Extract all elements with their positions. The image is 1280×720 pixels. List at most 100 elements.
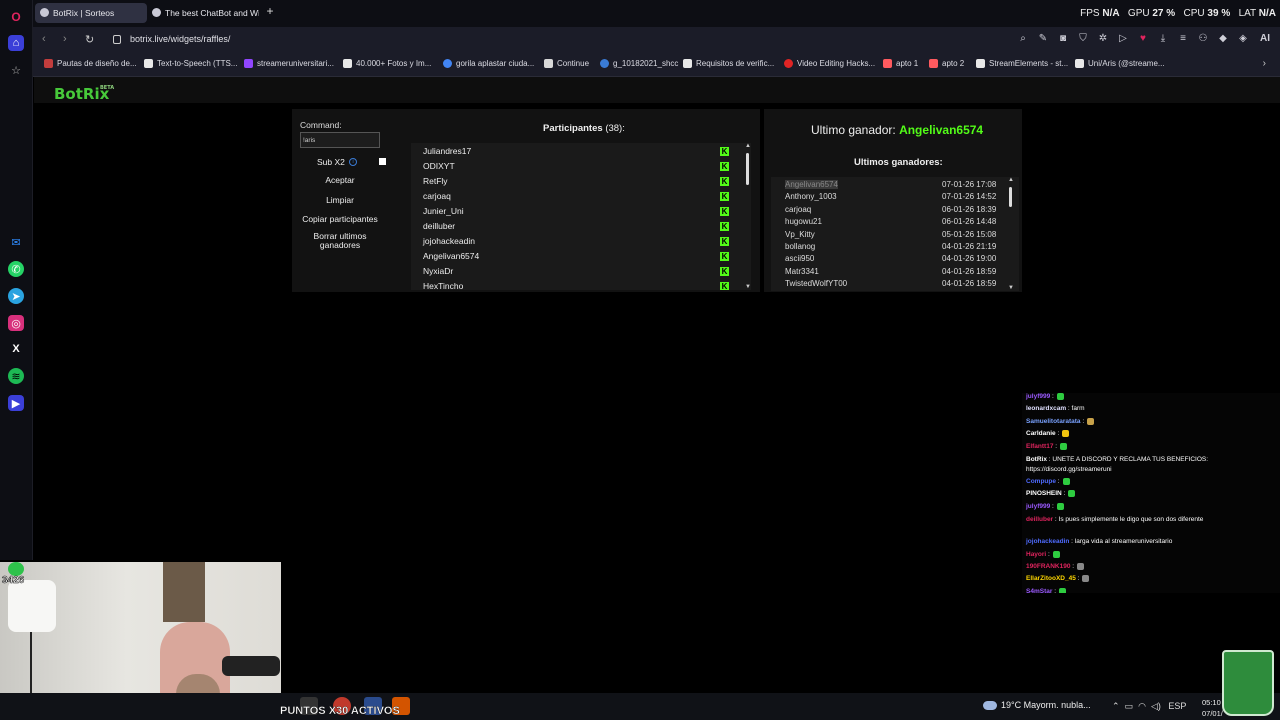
- participants-label: Participantes: [543, 123, 603, 134]
- winner-name: hugowu21: [785, 217, 822, 227]
- chat-username[interactable]: Carldanie: [1026, 430, 1056, 437]
- network-icon[interactable]: ▭: [1125, 701, 1134, 711]
- instagram-icon[interactable]: ◎: [8, 315, 24, 331]
- botrix-logo[interactable]: BotRix BETA: [54, 85, 114, 103]
- clear-button[interactable]: Limpiar: [300, 195, 380, 205]
- url-field[interactable]: botrix.live/widgets/raffles/: [130, 34, 230, 44]
- clock[interactable]: 05:10 07/01/: [1202, 697, 1223, 719]
- bookmark-item[interactable]: Text-to-Speech (TTS...: [144, 59, 237, 68]
- accept-button[interactable]: Aceptar: [300, 175, 380, 185]
- camera-icon[interactable]: ◙: [1058, 33, 1068, 45]
- bookmark-item[interactable]: streameruniversitari...: [244, 59, 334, 68]
- search-icon[interactable]: ⌕: [1018, 33, 1028, 45]
- scrollbar-thumb[interactable]: [746, 153, 749, 185]
- speed-dial-star-icon[interactable]: ☆: [8, 62, 24, 78]
- player-icon[interactable]: ▶: [8, 395, 24, 411]
- chat-username[interactable]: Compupe: [1026, 478, 1056, 485]
- tab-chatbot[interactable]: The best ChatBot and Wid: [147, 3, 259, 23]
- last-winners-list[interactable]: Angelivan6574 07-01-26 17:08 Anthony_1003 0…: [771, 177, 1019, 291]
- shield-icon[interactable]: ⛉: [1078, 33, 1088, 45]
- command-input[interactable]: [300, 132, 380, 148]
- ai-button[interactable]: AI: [1258, 33, 1272, 45]
- scroll-up-icon[interactable]: ▲: [745, 143, 751, 149]
- tab-title: The best ChatBot and Wid: [165, 8, 259, 18]
- play-icon[interactable]: ▷: [1118, 33, 1128, 45]
- profile-icon[interactable]: ⚇: [1198, 33, 1208, 45]
- opera-logo-icon[interactable]: O: [8, 9, 24, 25]
- chat-username[interactable]: BotRix: [1026, 456, 1047, 463]
- winners-scrollbar[interactable]: ▲ ▼: [1006, 177, 1016, 291]
- chat-username[interactable]: julyf999: [1026, 393, 1050, 400]
- telegram-icon[interactable]: ➤: [8, 288, 24, 304]
- bookmark-item[interactable]: 40.000+ Fotos y Im...: [343, 59, 431, 68]
- sub-x2-checkbox[interactable]: [379, 158, 386, 165]
- bookmark-item[interactable]: Continue: [544, 59, 589, 68]
- chat-username[interactable]: Hayori: [1026, 551, 1046, 558]
- extension-icon[interactable]: ✲: [1098, 33, 1108, 45]
- chat-username[interactable]: deilluber: [1026, 516, 1053, 523]
- chat-username[interactable]: 190FRANK190: [1026, 563, 1070, 570]
- volume-icon[interactable]: ◁): [1151, 701, 1161, 711]
- weather-widget[interactable]: 19°C Mayorm. nubla...: [983, 700, 1091, 711]
- new-tab-button[interactable]: +: [264, 5, 276, 17]
- chat-username[interactable]: PINOSHEIN: [1026, 491, 1062, 498]
- kick-icon: K: [720, 162, 729, 171]
- heart-icon[interactable]: ♥: [1138, 33, 1148, 45]
- bookmark-item[interactable]: gorila aplastar ciuda...: [443, 59, 534, 68]
- participants-list[interactable]: Juliandres17 K ODIXYT K RetFly Kcarjoaq K Junie…: [411, 143, 751, 290]
- chat-username[interactable]: leonardxcam: [1026, 405, 1066, 412]
- chat-username[interactable]: S4mStar: [1026, 588, 1052, 593]
- info-icon[interactable]: i: [349, 158, 357, 166]
- box-icon[interactable]: ◈: [1238, 33, 1248, 45]
- participants-scrollbar[interactable]: ▲ ▼: [743, 143, 753, 290]
- scroll-down-icon[interactable]: ▼: [1008, 285, 1014, 291]
- system-tray[interactable]: ⌃ ▭ ◠ ◁) ESP: [1112, 701, 1186, 712]
- scrollbar-thumb[interactable]: [1009, 187, 1012, 207]
- gpu-value: 27 %: [1152, 8, 1176, 19]
- messenger-icon[interactable]: ✉: [8, 234, 24, 250]
- reload-icon[interactable]: ↻: [85, 33, 94, 46]
- chat-message: 190FRANK190 :: [1026, 563, 1085, 570]
- chat-username[interactable]: jojohackeadin: [1026, 538, 1069, 545]
- wallet-icon[interactable]: ◆: [1218, 33, 1228, 45]
- bookmark-item[interactable]: apto 2: [929, 59, 964, 68]
- edit-icon[interactable]: ✎: [1038, 33, 1048, 45]
- chat-emote-icon: [1056, 393, 1064, 400]
- command-label: Command:: [300, 120, 342, 130]
- back-icon[interactable]: ‹: [42, 33, 46, 45]
- chat-username[interactable]: julyf999: [1026, 503, 1050, 510]
- whatsapp-icon[interactable]: ✆: [8, 261, 24, 277]
- delete-last-winners-button[interactable]: Borrar ultimos ganadores: [300, 232, 380, 250]
- menu-icon[interactable]: ≡: [1178, 33, 1188, 45]
- spotify-icon[interactable]: ≋: [8, 368, 24, 384]
- wifi-icon[interactable]: ◠: [1138, 701, 1146, 711]
- bookmark-item[interactable]: Uni/Aris (@streame...: [1075, 59, 1165, 68]
- chat-username[interactable]: Samuelitotaratata: [1026, 418, 1081, 425]
- bookmark-item[interactable]: Video Editing Hacks...: [784, 59, 875, 68]
- language-indicator[interactable]: ESP: [1168, 701, 1186, 711]
- bookmark-label: g_10182021_shcc: [613, 59, 679, 68]
- chat-text: : farm: [1067, 405, 1085, 413]
- bookmarks-more-icon[interactable]: ›: [1263, 58, 1266, 69]
- bookmark-label: Pautas de diseño de...: [57, 59, 137, 68]
- tab-botrix-sorteos[interactable]: BotRix | Sorteos: [35, 3, 147, 23]
- scroll-down-icon[interactable]: ▼: [745, 284, 751, 290]
- chevron-up-icon[interactable]: ⌃: [1112, 701, 1120, 711]
- scroll-up-icon[interactable]: ▲: [1008, 177, 1014, 183]
- bookmark-favicon-icon: [44, 59, 53, 68]
- bookmark-item[interactable]: StreamElements - st...: [976, 59, 1068, 68]
- chat-username[interactable]: Elfantt17: [1026, 443, 1053, 450]
- cup-overlay: [1222, 650, 1274, 716]
- home-icon[interactable]: ⌂: [8, 35, 24, 51]
- winner-date: 07-01-26 14:52: [942, 192, 997, 202]
- winner-date: 04-01-26 21:19: [942, 242, 997, 251]
- bookmark-item[interactable]: apto 1: [883, 59, 918, 68]
- chat-username[interactable]: EllarZitooXD_45: [1026, 576, 1076, 583]
- x-twitter-icon[interactable]: X: [8, 341, 24, 357]
- download-icon[interactable]: ⤓: [1158, 33, 1168, 45]
- copy-participants-button[interactable]: Copiar participantes: [300, 214, 380, 224]
- bookmark-item[interactable]: Requisitos de verific...: [683, 59, 774, 68]
- bookmark-item[interactable]: Pautas de diseño de...: [44, 59, 137, 68]
- bookmark-item[interactable]: g_10182021_shcc: [600, 59, 678, 68]
- forward-icon[interactable]: ›: [63, 33, 67, 45]
